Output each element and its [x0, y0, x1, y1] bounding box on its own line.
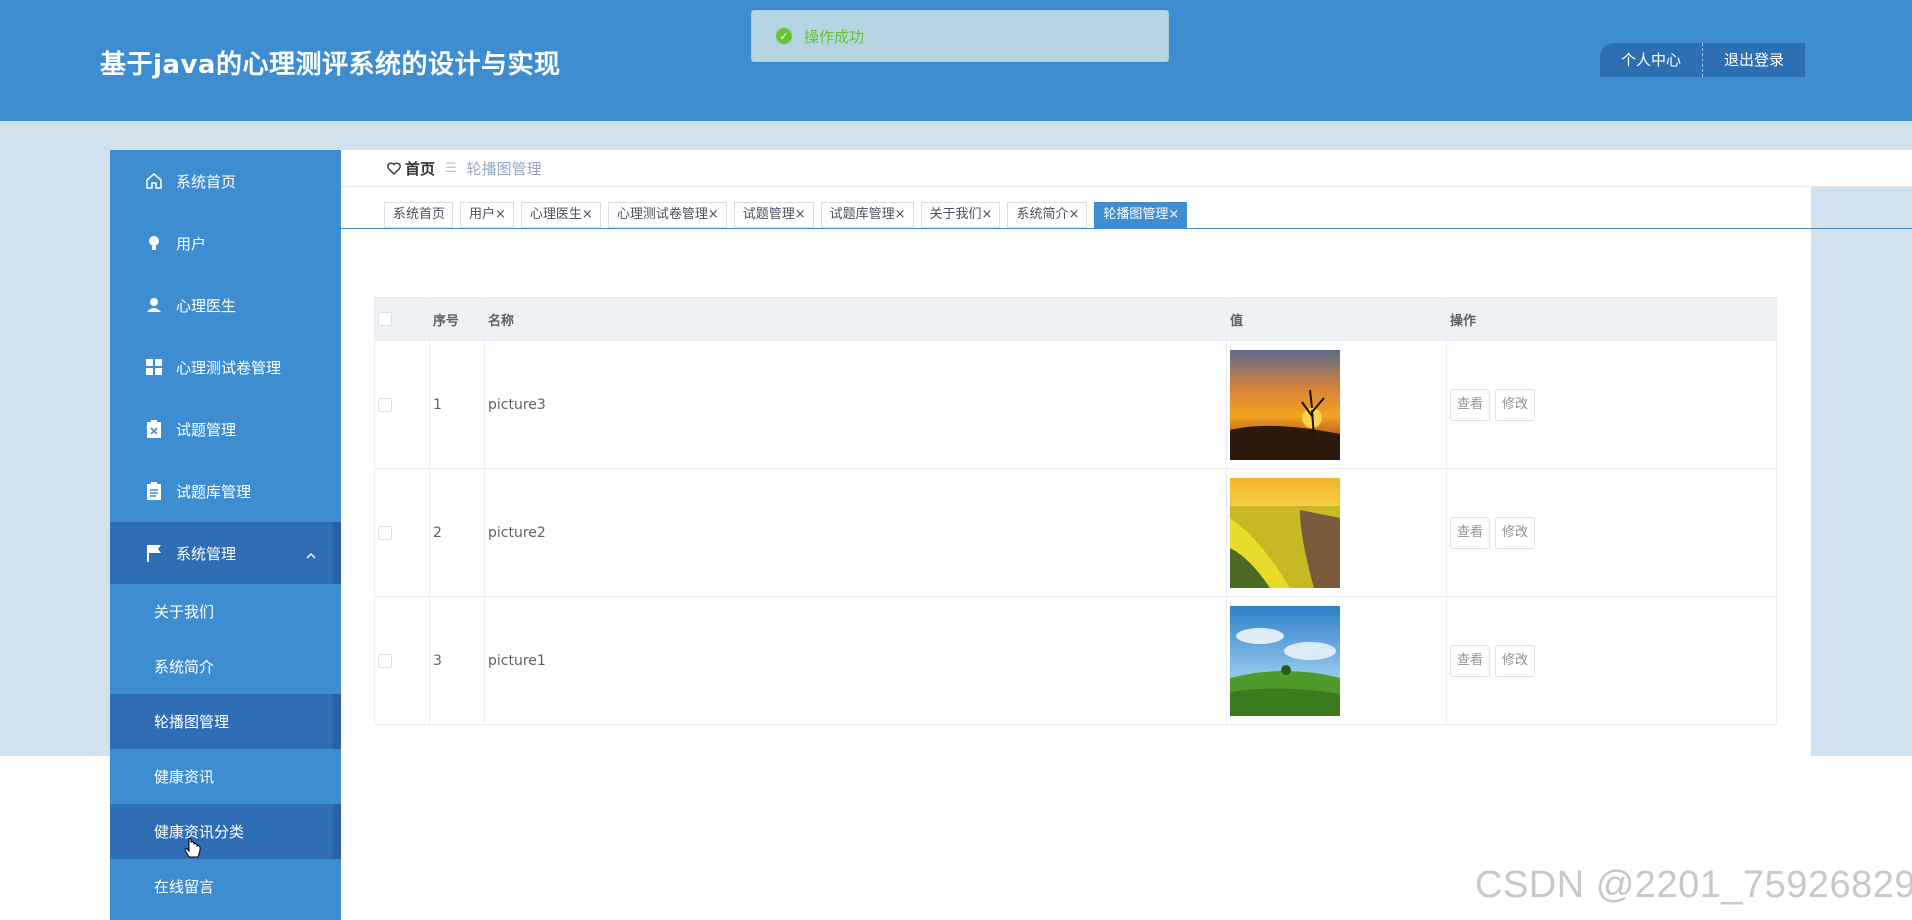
- row-actions: 查看 修改: [1446, 596, 1777, 725]
- select-all-cell: [374, 297, 430, 341]
- sidebar-subitem-messages[interactable]: 在线留言: [110, 859, 341, 914]
- sidebar-item-label: 试题管理: [176, 420, 237, 439]
- table-row: 1 picture3 查看 修改: [374, 340, 1777, 469]
- row-checkbox[interactable]: [378, 653, 392, 668]
- sidebar-item-questions[interactable]: 试题管理: [110, 398, 341, 460]
- main-panel: 首页 ☰ 轮播图管理 系统首页 用户× 心理医生× 心理测试卷管理× 试题管理×…: [341, 150, 1912, 756]
- sidebar-item-question-bank[interactable]: 试题库管理: [110, 460, 341, 522]
- row-value: [1226, 468, 1447, 597]
- sunset-tree-image: [1230, 349, 1340, 460]
- breadcrumb: 首页 ☰ 轮播图管理: [341, 150, 1912, 187]
- table-row: 3 picture1 查看修改: [374, 596, 1777, 725]
- row-actions: 查看 修改: [1446, 468, 1777, 597]
- success-toast: ✓ 操作成功: [751, 10, 1169, 62]
- app-title: 基于java的心理测评系统的设计与实现: [100, 50, 561, 80]
- bulb-icon: [144, 233, 164, 253]
- sidebar-item-users[interactable]: 用户: [110, 212, 341, 274]
- column-header-value: 值: [1226, 297, 1447, 341]
- sidebar: 系统首页 用户 心理医生 心理测试卷管理 试题管理 试题库管理 系统管理 关于我…: [110, 150, 341, 920]
- tab-test-papers[interactable]: 心理测试卷管理×: [607, 202, 727, 228]
- top-actions: 个人中心 退出登录: [1600, 43, 1806, 77]
- breadcrumb-home[interactable]: 首页: [387, 158, 435, 179]
- home-icon: [144, 171, 164, 191]
- sidebar-item-label: 心理测试卷管理: [176, 358, 282, 377]
- hand-cursor-icon: [184, 838, 202, 866]
- flag-icon: [144, 543, 164, 563]
- carousel-table: 序号 名称 值 操作 1 picture3 查看 修改 2 picture2 查…: [374, 297, 1777, 725]
- green-hill-image: [1230, 605, 1340, 716]
- sidebar-item-system[interactable]: 系统管理: [110, 522, 341, 584]
- table-row: 2 picture2 查看 修改: [374, 468, 1777, 597]
- edit-button[interactable]: 修改: [1495, 644, 1535, 677]
- breadcrumb-current: 轮播图管理: [466, 159, 542, 178]
- watermark: CSDN @2201_75926829: [1475, 864, 1912, 906]
- select-all-checkbox[interactable]: [378, 312, 392, 326]
- row-name: picture1: [484, 596, 1227, 725]
- sidebar-subitem-health-news-category[interactable]: 健康资讯分类: [110, 804, 341, 859]
- row-index: 2: [429, 468, 485, 597]
- tab-home[interactable]: 系统首页: [384, 202, 454, 228]
- sidebar-item-doctors[interactable]: 心理医生: [110, 274, 341, 336]
- check-circle-icon: ✓: [776, 28, 792, 44]
- logout-button[interactable]: 退出登录: [1703, 43, 1805, 77]
- user-icon: [144, 295, 164, 315]
- sidebar-subitem-intro[interactable]: 系统简介: [110, 639, 341, 694]
- sidebar-item-test-papers[interactable]: 心理测试卷管理: [110, 336, 341, 398]
- sidebar-item-home[interactable]: 系统首页: [110, 150, 341, 212]
- breadcrumb-home-label: 首页: [405, 159, 436, 178]
- sidebar-subitem-health-news[interactable]: 健康资讯: [110, 749, 341, 804]
- row-value: [1226, 596, 1447, 725]
- column-header-name: 名称: [484, 297, 1227, 341]
- tab-about[interactable]: 关于我们×: [920, 202, 1001, 228]
- row-checkbox[interactable]: [378, 525, 392, 540]
- row-name: picture2: [484, 468, 1227, 597]
- sidebar-item-label: 试题库管理: [176, 482, 252, 501]
- row-name: picture3: [484, 340, 1227, 469]
- tags-view: 系统首页 用户× 心理医生× 心理测试卷管理× 试题管理× 试题库管理× 关于我…: [341, 198, 1912, 229]
- heart-icon: [387, 161, 401, 175]
- sidebar-subitem-carousel[interactable]: 轮播图管理: [110, 694, 341, 749]
- view-button[interactable]: 查看: [1450, 388, 1490, 421]
- clipboard-x-icon: [144, 419, 164, 439]
- tab-users[interactable]: 用户×: [460, 202, 514, 228]
- view-button[interactable]: 查看: [1450, 516, 1490, 549]
- sidebar-item-label: 心理医生: [176, 296, 237, 315]
- table-header-row: 序号 名称 值 操作: [374, 297, 1777, 341]
- view-button[interactable]: 查看: [1450, 644, 1490, 677]
- tab-questions[interactable]: 试题管理×: [733, 202, 814, 228]
- row-actions: 查看 修改: [1446, 340, 1777, 469]
- tab-question-bank[interactable]: 试题库管理×: [820, 202, 914, 228]
- row-index: 3: [429, 596, 485, 725]
- sidebar-item-label: 系统管理: [176, 544, 237, 563]
- tab-carousel[interactable]: 轮播图管理×: [1094, 202, 1188, 228]
- row-checkbox[interactable]: [378, 397, 392, 412]
- edit-button[interactable]: 修改: [1495, 388, 1535, 421]
- tab-intro[interactable]: 系统简介×: [1007, 202, 1088, 228]
- rapeseed-field-image: [1230, 477, 1340, 588]
- sidebar-item-label: 用户: [176, 234, 207, 253]
- toast-message: 操作成功: [804, 27, 865, 46]
- sidebar-subitem-about[interactable]: 关于我们: [110, 584, 341, 639]
- row-index: 1: [429, 340, 485, 469]
- sidebar-item-label: 系统首页: [176, 172, 237, 191]
- column-header-index: 序号: [429, 297, 485, 341]
- row-value: [1226, 340, 1447, 469]
- grid-icon: [144, 357, 164, 377]
- clipboard-list-icon: [144, 481, 164, 501]
- chevron-up-icon[interactable]: [305, 546, 317, 564]
- profile-button[interactable]: 个人中心: [1600, 43, 1702, 77]
- edit-button[interactable]: 修改: [1495, 516, 1535, 549]
- tab-doctors[interactable]: 心理医生×: [520, 202, 601, 228]
- column-header-actions: 操作: [1446, 297, 1777, 341]
- breadcrumb-separator: ☰: [445, 160, 457, 176]
